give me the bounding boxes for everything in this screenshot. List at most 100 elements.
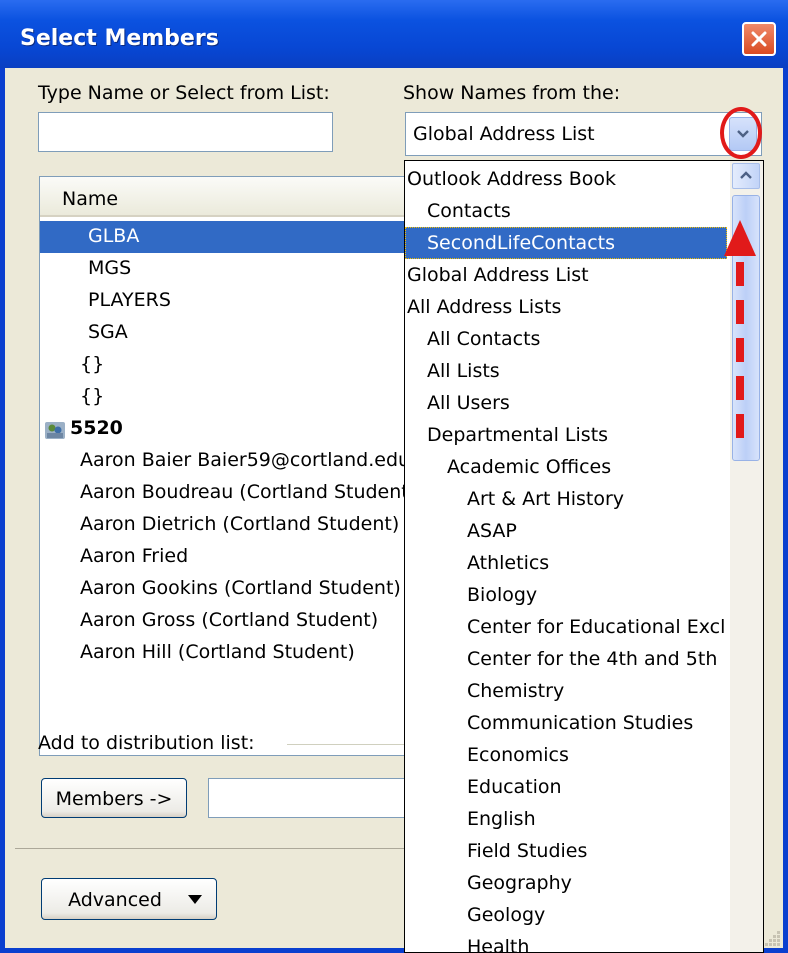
list-row-label: Aaron Hill (Cortland Student)	[80, 641, 355, 663]
address-book-option-label: Geography	[467, 872, 572, 894]
members-field[interactable]	[208, 778, 408, 818]
list-row[interactable]: Aaron Gookins (Cortland Student)	[40, 573, 438, 605]
list-row-label: GLBA	[88, 225, 140, 247]
address-book-option-label: Athletics	[467, 552, 550, 574]
list-row-label: Aaron Boudreau (Cortland Student)	[80, 481, 417, 503]
list-row[interactable]: {}	[40, 349, 438, 381]
advanced-button[interactable]: Advanced	[41, 878, 217, 920]
address-book-option[interactable]: Field Studies	[405, 835, 727, 867]
address-book-option-label: All Lists	[427, 360, 500, 382]
list-row[interactable]: Aaron Fried	[40, 541, 438, 573]
address-book-option[interactable]: Center for the 4th and 5th	[405, 643, 727, 675]
address-book-option-label: Geology	[467, 904, 546, 926]
chevron-up-icon	[740, 171, 752, 179]
address-book-option[interactable]: Chemistry	[405, 675, 727, 707]
distribution-list-icon	[45, 422, 65, 439]
address-book-option-label: Chemistry	[467, 680, 565, 702]
list-row-label: Aaron Fried	[80, 545, 189, 567]
address-book-option-label: Academic Offices	[447, 456, 612, 478]
address-book-option[interactable]: Biology	[405, 579, 727, 611]
address-book-option[interactable]: Global Address List	[405, 259, 727, 291]
list-row-label: SGA	[88, 321, 128, 343]
address-book-option-label: Departmental Lists	[427, 424, 609, 446]
address-book-option-label: Contacts	[427, 200, 511, 222]
list-row-label: Aaron Gross (Cortland Student)	[80, 609, 379, 631]
members-button-label: Members ->	[55, 788, 173, 810]
caret-down-icon	[188, 895, 202, 904]
list-row[interactable]: PLAYERS	[40, 285, 438, 317]
list-row[interactable]: MGS	[40, 253, 438, 285]
list-row[interactable]: GLBA	[40, 221, 438, 253]
type-name-label: Type Name or Select from List:	[38, 82, 330, 104]
address-book-option-label: SecondLifeContacts	[427, 232, 615, 254]
advanced-button-label: Advanced	[68, 889, 162, 911]
name-list[interactable]: Name GLBA MGS PLAYERS SGA {} {} 5520 Aaron Baie…	[39, 176, 439, 756]
list-row[interactable]: Aaron Hill (Cortland Student)	[40, 637, 438, 669]
scroll-up-button[interactable]	[732, 163, 760, 189]
address-book-option[interactable]: Contacts	[405, 195, 727, 227]
address-book-option[interactable]: SecondLifeContacts	[405, 227, 727, 259]
address-book-option[interactable]: All Address Lists	[405, 291, 727, 323]
address-book-option-label: Economics	[467, 744, 569, 766]
list-row-label: Aaron Baier Baier59@cortland.edu	[80, 449, 411, 471]
address-book-option[interactable]: Outlook Address Book	[405, 163, 727, 195]
list-row[interactable]: Aaron Baier Baier59@cortland.edu	[40, 445, 438, 477]
list-row-label: {}	[80, 385, 105, 407]
address-book-option-label: Education	[467, 776, 562, 798]
address-book-option[interactable]: Health	[405, 931, 727, 953]
members-button[interactable]: Members ->	[41, 778, 187, 818]
group-divider	[287, 744, 407, 745]
list-row-label: Aaron Gookins (Cortland Student)	[80, 577, 401, 599]
address-book-option[interactable]: English	[405, 803, 727, 835]
address-book-option-label: All Users	[427, 392, 510, 414]
address-book-option[interactable]: All Users	[405, 387, 727, 419]
address-book-option[interactable]: Departmental Lists	[405, 419, 727, 451]
address-book-option[interactable]: Art & Art History	[405, 483, 727, 515]
address-book-option[interactable]: Athletics	[405, 547, 727, 579]
list-row-label: PLAYERS	[88, 289, 171, 311]
list-row[interactable]: Aaron Boudreau (Cortland Student)	[40, 477, 438, 509]
address-book-option[interactable]: ASAP	[405, 515, 727, 547]
address-book-option-label: Center for Educational Excl	[467, 616, 726, 638]
title-bar[interactable]: Select Members	[0, 0, 788, 68]
address-book-option[interactable]: Geology	[405, 899, 727, 931]
address-book-dropdown-list[interactable]: Outlook Address Book Contacts SecondLifeCo…	[404, 160, 764, 953]
list-row-label: Aaron Dietrich (Cortland Student)	[80, 513, 400, 535]
address-book-option-label: Global Address List	[407, 264, 589, 286]
annotation-arrow-icon	[724, 220, 756, 450]
close-button[interactable]	[742, 22, 776, 56]
address-book-value: Global Address List	[413, 123, 595, 145]
address-book-option-label: Health	[467, 936, 530, 953]
add-to-distribution-label: Add to distribution list:	[38, 732, 255, 754]
address-book-option[interactable]: Economics	[405, 739, 727, 771]
address-book-option-label: Outlook Address Book	[407, 168, 617, 190]
list-row[interactable]: 5520	[40, 413, 438, 445]
list-row[interactable]: Aaron Dietrich (Cortland Student)	[40, 509, 438, 541]
address-book-option[interactable]: All Lists	[405, 355, 727, 387]
address-book-option[interactable]: Academic Offices	[405, 451, 727, 483]
show-names-label: Show Names from the:	[403, 82, 621, 104]
address-book-option-label: Communication Studies	[467, 712, 694, 734]
address-book-option[interactable]: Education	[405, 771, 727, 803]
list-row-label: MGS	[88, 257, 132, 279]
list-row[interactable]: Aaron Gross (Cortland Student)	[40, 605, 438, 637]
list-row[interactable]: {}	[40, 381, 438, 413]
annotation-circle	[720, 107, 762, 159]
address-book-option-label: All Contacts	[427, 328, 541, 350]
address-book-option[interactable]: Geography	[405, 867, 727, 899]
address-book-option[interactable]: Communication Studies	[405, 707, 727, 739]
resize-grip-icon[interactable]	[762, 928, 782, 948]
address-book-option[interactable]: Center for Educational Excl	[405, 611, 727, 643]
list-row[interactable]: SGA	[40, 317, 438, 349]
dialog-title: Select Members	[20, 26, 219, 51]
name-column-header[interactable]: Name	[40, 177, 438, 217]
type-name-input[interactable]	[38, 112, 333, 152]
address-book-select[interactable]: Global Address List	[405, 112, 762, 156]
address-book-option-label: ASAP	[467, 520, 517, 542]
address-book-option[interactable]: All Contacts	[405, 323, 727, 355]
separator	[15, 848, 415, 849]
address-book-option-label: Center for the 4th and 5th	[467, 648, 718, 670]
list-row-label: {}	[80, 353, 105, 375]
address-book-option-label: Art & Art History	[467, 488, 625, 510]
address-book-option-label: Biology	[467, 584, 538, 606]
